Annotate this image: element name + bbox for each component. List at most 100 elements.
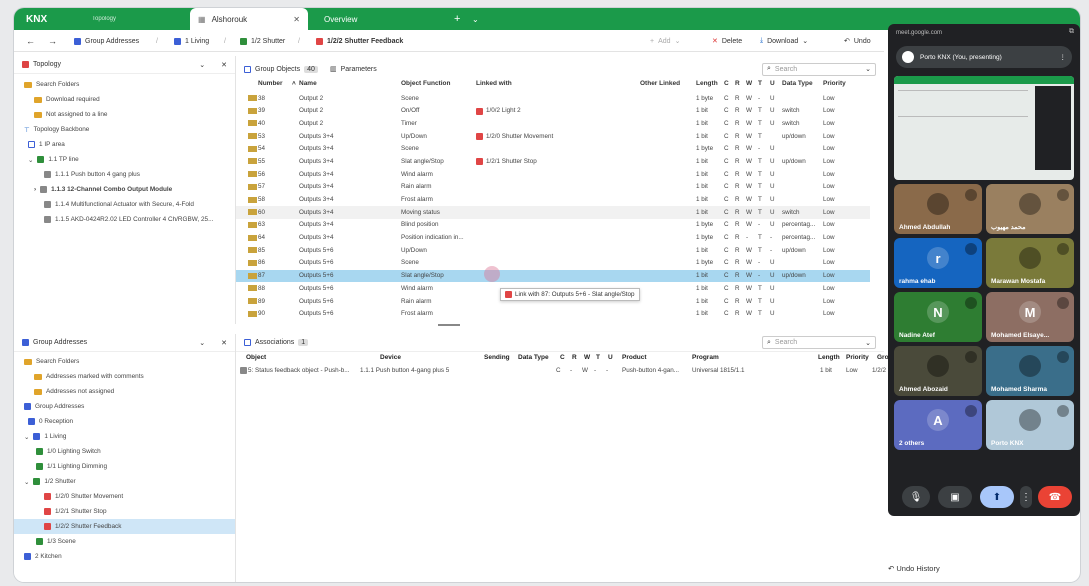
- undo-button[interactable]: ↶ Undo: [844, 30, 871, 52]
- tree-item[interactable]: Not assigned to a line: [14, 107, 235, 122]
- col-r[interactable]: R: [572, 354, 577, 361]
- add-button[interactable]: + Add ⌄: [650, 30, 680, 52]
- tree-item[interactable]: 1.1.1 Push button 4 gang plus: [14, 167, 235, 182]
- col-data-type[interactable]: Data Type: [782, 80, 813, 87]
- breadcrumb-shutter[interactable]: 1/2 Shutter: [240, 30, 285, 52]
- table-row[interactable]: 90 Outputs 5+6 Frost alarm 1 bit C R W T U Low: [236, 308, 870, 321]
- table-row[interactable]: 53 Outputs 3+4 Up/Down 1 bit C R W Tup/down Low 1…: [236, 130, 870, 143]
- col-object-function[interactable]: Object Function: [401, 80, 450, 87]
- tree-item[interactable]: 0 Reception: [14, 414, 235, 429]
- close-icon[interactable]: ✕: [221, 61, 227, 69]
- col-w[interactable]: W: [746, 80, 752, 87]
- associations-search[interactable]: ⌕ Search ⌄: [762, 336, 876, 349]
- col-linked-with[interactable]: Linked with: [476, 80, 512, 87]
- col-length[interactable]: Length: [818, 354, 840, 361]
- participant-tile[interactable]: محمد مهيوب: [986, 184, 1074, 234]
- table-row[interactable]: 64 Outputs 3+4 Position indication in... 1 …: [236, 232, 870, 245]
- tree-item[interactable]: 1 IP area: [14, 137, 235, 152]
- close-icon[interactable]: ✕: [293, 15, 300, 24]
- present-button[interactable]: ⬆: [980, 486, 1014, 508]
- col-w[interactable]: W: [584, 354, 590, 361]
- participant-tile[interactable]: M Mohamed Elsaye...: [986, 292, 1074, 342]
- tab-overview[interactable]: Overview: [316, 8, 365, 30]
- tab-associations[interactable]: Associations: [255, 339, 294, 346]
- table-row[interactable]: 38 Output 2 Scene 1 byte C R W - U Low: [236, 92, 870, 105]
- tree-item[interactable]: Download required: [14, 92, 235, 107]
- table-row[interactable]: 40 Output 2 Timer 1 bit C R W T Uswitch Low: [236, 117, 870, 130]
- undo-history-button[interactable]: ↶ Undo History: [888, 564, 940, 573]
- participant-tile[interactable]: N Nadine Atef: [894, 292, 982, 342]
- more-icon[interactable]: ⋮: [1060, 53, 1067, 61]
- col-priority[interactable]: Priority: [846, 354, 869, 361]
- tree-item[interactable]: 1.1.4 Multifunctional Actuator with Secu…: [14, 197, 235, 212]
- breadcrumb-shutter-feedback[interactable]: 1/2/2 Shutter Feedback: [316, 30, 403, 52]
- tree-item[interactable]: Search Folders: [14, 77, 235, 92]
- participant-tile[interactable]: Mohamed Sharma: [986, 346, 1074, 396]
- table-row[interactable]: 85 Outputs 5+6 Up/Down 1 bit C R W T - up/down Low: [236, 244, 870, 257]
- participant-tile[interactable]: Ahmed Abozaid: [894, 346, 982, 396]
- col-c[interactable]: C: [724, 80, 729, 87]
- table-row[interactable]: 57 Outputs 3+4 Rain alarm 1 bit C R W T U Low: [236, 181, 870, 194]
- breadcrumb-group-addresses[interactable]: Group Addresses: [74, 30, 139, 52]
- col-number[interactable]: Number: [258, 80, 283, 87]
- table-row[interactable]: 54 Outputs 3+4 Scene 1 byte C R W - U Low: [236, 143, 870, 156]
- col-device[interactable]: Device: [380, 354, 401, 361]
- table-row[interactable]: 55 Outputs 3+4 Slat angle/Stop 1 bit C R W T Uup…: [236, 155, 870, 168]
- col-object[interactable]: Object: [246, 354, 266, 361]
- tree-item[interactable]: 1/2/2 Shutter Feedback: [14, 519, 235, 534]
- tree-item[interactable]: ⌄ 1.1 TP line: [14, 152, 235, 167]
- table-row[interactable]: 63 Outputs 3+4 Blind position 1 byte C R W - Upe…: [236, 219, 870, 232]
- tree-item[interactable]: Group Addresses: [14, 399, 235, 414]
- chevron-down-icon[interactable]: ⌄: [675, 37, 681, 45]
- chevron-down-icon[interactable]: ⌄: [24, 478, 29, 486]
- table-row[interactable]: 60 Outputs 3+4 Moving status 1 bit C R W T Uswit…: [236, 206, 870, 219]
- forward-icon[interactable]: →: [48, 30, 57, 52]
- download-button[interactable]: ⤓ Download ⌄: [760, 30, 808, 52]
- associations-row[interactable]: 5: Status feedback object - Push-b... 1.…: [236, 365, 886, 378]
- col-other-linked[interactable]: Other Linked: [640, 80, 680, 87]
- splitter-handle[interactable]: [438, 324, 460, 326]
- tree-item[interactable]: Addresses not assigned: [14, 384, 235, 399]
- tab-group-objects[interactable]: Group Objects: [255, 66, 300, 73]
- tree-item[interactable]: 2 Kitchen: [14, 549, 235, 564]
- chevron-down-icon[interactable]: ⌄: [28, 156, 33, 164]
- tree-item[interactable]: Addresses marked with comments: [14, 369, 235, 384]
- chevron-down-icon[interactable]: ⌄: [802, 37, 808, 45]
- chevron-down-icon[interactable]: ⌄: [865, 339, 871, 347]
- chevron-down-icon[interactable]: ⌄: [865, 65, 871, 73]
- chevron-down-icon[interactable]: ⌄: [464, 8, 487, 30]
- camera-button[interactable]: ▣: [938, 486, 972, 508]
- col-program[interactable]: Program: [692, 354, 719, 361]
- col-t[interactable]: T: [758, 80, 762, 87]
- chevron-right-icon[interactable]: ›: [34, 186, 36, 193]
- col-c[interactable]: C: [560, 354, 565, 361]
- col-sending[interactable]: Sending: [484, 354, 510, 361]
- col-priority[interactable]: Priority: [823, 80, 846, 87]
- back-icon[interactable]: ←: [26, 30, 35, 52]
- col-length[interactable]: Length: [696, 80, 718, 87]
- tree-item[interactable]: 1.1.5 AKD-0424R2.02 LED Controller 4 Ch/…: [14, 212, 235, 227]
- leave-call-button[interactable]: ☎: [1038, 486, 1072, 508]
- tree-item[interactable]: ⊤ Topology Backbone: [14, 122, 235, 137]
- delete-button[interactable]: ✕ Delete: [712, 30, 742, 52]
- screen-share-preview[interactable]: [894, 76, 1074, 180]
- col-name[interactable]: Name: [299, 80, 317, 87]
- more-options-button[interactable]: ⋮: [1020, 486, 1032, 508]
- tab-parameters[interactable]: Parameters: [341, 66, 377, 73]
- participant-tile[interactable]: A 2 others: [894, 400, 982, 450]
- participant-tile[interactable]: Porto KNX: [986, 400, 1074, 450]
- col-data-type[interactable]: Data Type: [518, 354, 549, 361]
- tree-item[interactable]: › 1.1.3 12-Channel Combo Output Module: [14, 182, 235, 197]
- table-row[interactable]: 86 Outputs 5+6 Scene 1 byte C R W - U Low: [236, 257, 870, 270]
- group-objects-search[interactable]: ⌕ Search ⌄: [762, 62, 876, 76]
- tree-item[interactable]: Search Folders: [14, 354, 235, 369]
- chevron-down-icon[interactable]: ⌄: [199, 339, 205, 347]
- col-t[interactable]: T: [596, 354, 600, 361]
- table-row[interactable]: 39 Output 2 On/Off 1 bit C R W T Uswitch Low 1/0/2…: [236, 105, 870, 118]
- col-r[interactable]: R: [735, 80, 740, 87]
- tree-item[interactable]: 1/3 Scene: [14, 534, 235, 549]
- table-row[interactable]: 87 Outputs 5+6 Slat angle/Stop 1 bit C R W - Uup…: [236, 269, 870, 283]
- table-row[interactable]: 58 Outputs 3+4 Frost alarm 1 bit C R W T U Low: [236, 194, 870, 207]
- participant-tile[interactable]: r rahma ehab: [894, 238, 982, 288]
- tree-item[interactable]: ⌄ 1/2 Shutter: [14, 474, 235, 489]
